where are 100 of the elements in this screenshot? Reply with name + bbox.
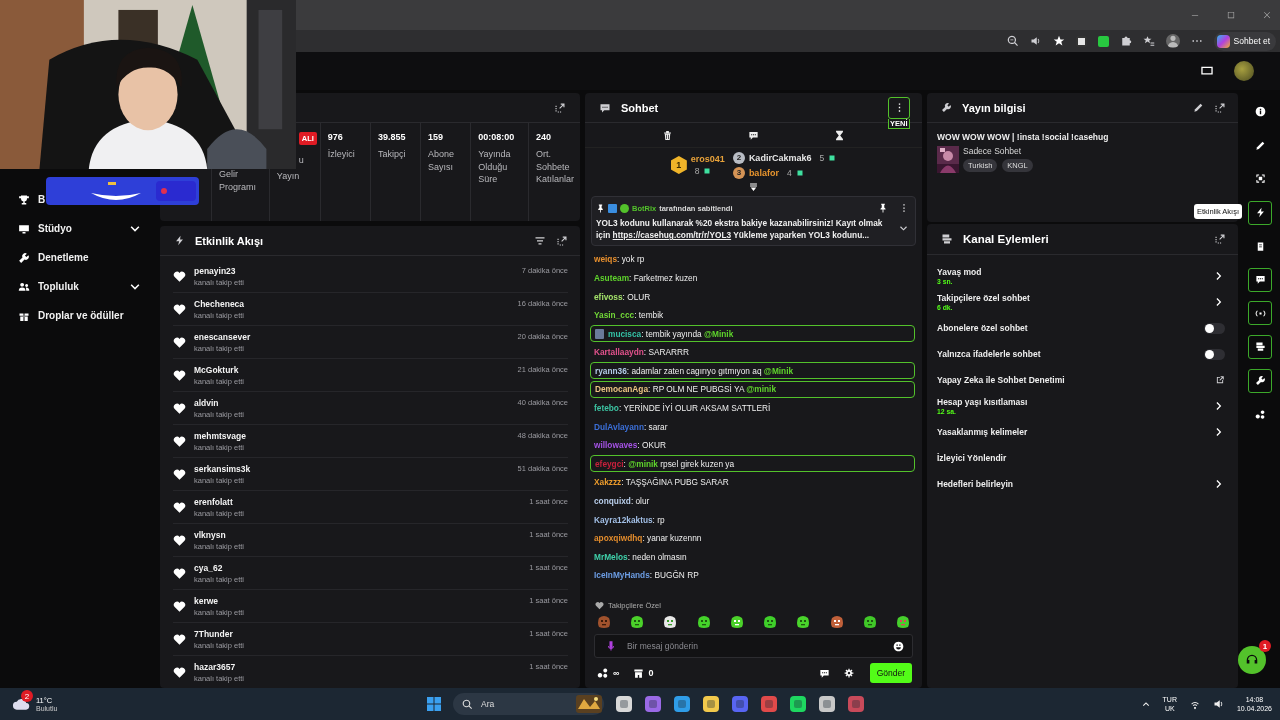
action-label[interactable]: İzleyici Yönlendir xyxy=(937,453,1225,463)
emote-icon[interactable] xyxy=(663,615,678,629)
sidebar-item[interactable]: B xyxy=(38,194,46,205)
search-icon xyxy=(462,698,473,710)
search-input[interactable]: Ara xyxy=(479,698,570,710)
emote-icon[interactable] xyxy=(630,615,645,629)
event-user[interactable]: enescansever xyxy=(194,331,510,342)
pop-out-icon[interactable] xyxy=(554,101,566,114)
maximize-icon[interactable] xyxy=(1226,10,1236,20)
menu-button[interactable] xyxy=(888,96,910,119)
filter-icon[interactable] xyxy=(534,234,546,247)
emote-icon[interactable] xyxy=(862,615,877,629)
settings-icon[interactable] xyxy=(843,668,854,678)
sidebar-item[interactable]: Droplar ve ödüller xyxy=(38,310,124,321)
search-field[interactable]: Ara xyxy=(453,693,604,715)
app-icon[interactable] xyxy=(760,695,778,713)
app-icon[interactable] xyxy=(644,695,662,713)
browser-icon[interactable] xyxy=(673,695,691,713)
sidebar-tool-button[interactable] xyxy=(1248,334,1272,359)
action-label[interactable]: Abonelere özel sohbet xyxy=(937,323,1204,333)
sidebar-item[interactable]: Topluluk xyxy=(38,281,79,292)
category-name[interactable]: Sadece Sohbet xyxy=(963,146,1033,156)
emote-icon[interactable] xyxy=(796,615,811,629)
emote-icon[interactable] xyxy=(895,615,910,629)
emote-icon[interactable] xyxy=(729,615,744,629)
extension-icon[interactable] xyxy=(1097,35,1109,47)
hourglass-icon[interactable] xyxy=(833,129,845,141)
chat-app-icon[interactable] xyxy=(731,695,749,713)
event-user[interactable]: erenfolatt xyxy=(194,496,522,507)
message-field[interactable]: Bir mesaj gönderin xyxy=(625,640,885,652)
chat-message: Asuteam: Farketmez kuzen xyxy=(594,272,698,283)
event-user[interactable]: kerwe xyxy=(194,595,522,606)
link[interactable]: https://casehug.com/tr/r/YOL3 xyxy=(612,230,732,240)
trash-icon[interactable] xyxy=(662,129,674,141)
sidebar-tool-button[interactable] xyxy=(1248,200,1272,225)
leader-name[interactable]: eros041 xyxy=(690,154,725,164)
sidebar-tool-button[interactable] xyxy=(1248,267,1272,292)
external-link-icon[interactable] xyxy=(1215,375,1225,385)
speaker-icon[interactable] xyxy=(1029,35,1042,47)
sidebar-tool-button[interactable] xyxy=(1248,301,1272,326)
event-user[interactable]: mehmtsvage xyxy=(194,430,510,441)
action-label[interactable]: Hesap yaşı kısıtlaması xyxy=(937,397,1213,407)
message-input[interactable]: Bir mesaj gönderin xyxy=(594,634,913,658)
event-user[interactable]: vlknysn xyxy=(194,529,522,540)
favorites-icon[interactable] xyxy=(1142,35,1155,47)
stat-value: 159 xyxy=(428,132,445,142)
extension-icon[interactable] xyxy=(1075,35,1087,47)
pop-out-icon[interactable] xyxy=(1214,101,1226,114)
event-user[interactable]: cya_62 xyxy=(194,562,522,573)
sidebar-item[interactable]: Denetleme xyxy=(38,252,89,263)
event-user[interactable]: hazar3657 xyxy=(194,661,522,672)
leader-name[interactable]: KadirCakmak6 xyxy=(748,152,812,163)
app-icon[interactable] xyxy=(847,695,865,713)
chat-icon[interactable] xyxy=(818,667,830,679)
music-icon[interactable] xyxy=(789,695,807,713)
chat-message: DulAvlayann: sarar xyxy=(594,421,668,432)
chat-icon[interactable] xyxy=(748,129,759,141)
emote-icon[interactable] xyxy=(696,615,711,629)
gear-icon[interactable] xyxy=(818,695,836,713)
collapse-icon[interactable] xyxy=(748,182,759,193)
event-user[interactable]: penayin23 xyxy=(194,265,514,276)
action-label[interactable]: Yapay Zeka ile Sohbet Denetimi xyxy=(937,375,1215,385)
close-icon[interactable] xyxy=(1262,10,1272,20)
send-button[interactable]: Gönder xyxy=(869,663,912,683)
emote-icon[interactable] xyxy=(763,615,778,629)
volume-icon[interactable] xyxy=(1212,698,1225,710)
event-user[interactable]: McGokturk xyxy=(194,364,510,375)
action-label[interactable]: Yalnızca ifadelerle sohbet xyxy=(937,349,1204,359)
sidebar-item[interactable]: Stüdyo xyxy=(38,223,72,234)
toggle-switch[interactable] xyxy=(1204,322,1225,334)
leader-name[interactable]: balafor xyxy=(748,167,779,178)
window-icon[interactable] xyxy=(615,695,633,713)
event-user[interactable]: Checheneca xyxy=(194,298,510,309)
profile-icon[interactable] xyxy=(1165,34,1180,48)
monitor-icon[interactable] xyxy=(1200,64,1214,78)
action-label[interactable]: Takipçilere özel sohbet xyxy=(937,293,1213,303)
pop-out-icon[interactable] xyxy=(1214,233,1226,245)
event-user[interactable]: aldvin xyxy=(194,397,510,408)
puzzle-icon[interactable] xyxy=(1119,35,1132,47)
event-user[interactable]: 7Thunder xyxy=(194,628,522,639)
zoom-out-icon[interactable] xyxy=(1006,35,1019,47)
store-icon[interactable] xyxy=(633,667,645,679)
folder-icon[interactable] xyxy=(702,695,720,713)
action-label[interactable]: Yavaş mod xyxy=(937,267,1213,277)
emoji-icon[interactable] xyxy=(893,640,904,652)
pop-out-icon[interactable] xyxy=(556,234,568,247)
action-label[interactable]: Hedefleri belirleyin xyxy=(937,479,1213,489)
action-label[interactable]: Yasaklanmış kelimeler xyxy=(937,427,1213,437)
help-button[interactable] xyxy=(1238,646,1266,674)
event-user[interactable]: serkansims3k xyxy=(194,463,510,474)
start-icon[interactable] xyxy=(426,696,442,712)
copilot-button[interactable]: Sohbet et xyxy=(1213,31,1276,51)
sidebar-tool-button[interactable] xyxy=(1248,368,1272,393)
avatar[interactable] xyxy=(1234,61,1254,81)
pin-icon[interactable] xyxy=(878,203,888,213)
chat-message: Kartallaaydn: SARARRR xyxy=(594,347,689,358)
pencil-icon[interactable] xyxy=(1193,102,1204,113)
star-icon[interactable] xyxy=(1052,35,1065,47)
emote-icon[interactable] xyxy=(829,615,844,629)
toggle-switch[interactable] xyxy=(1204,348,1225,360)
